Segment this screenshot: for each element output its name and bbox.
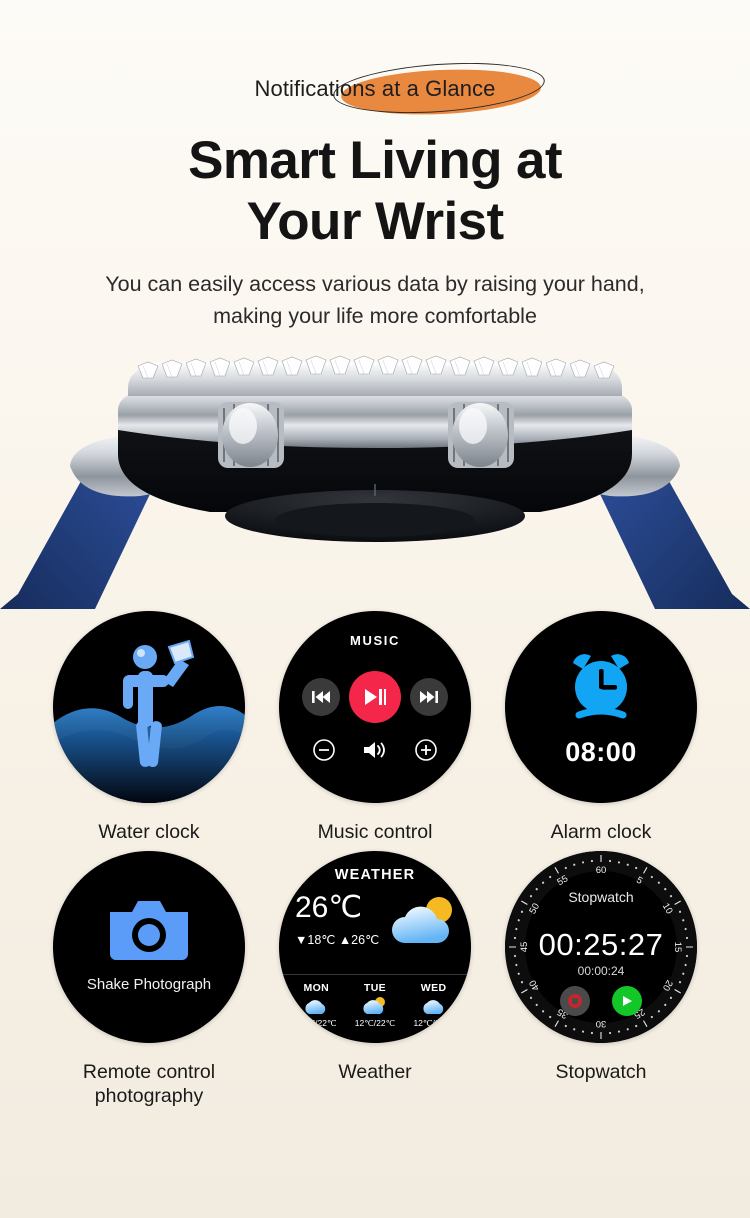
cloud-icon	[305, 999, 326, 1014]
watch-sensor-housing	[275, 503, 475, 538]
play-pause-button[interactable]	[349, 671, 401, 724]
feature-music-control[interactable]: MUSIC Music control	[262, 611, 488, 844]
feature-water-clock[interactable]: Water clock	[36, 611, 262, 844]
play-pause-icon	[365, 689, 386, 706]
speaker-icon	[364, 742, 385, 759]
weather-forecast-row: MON 12℃/22℃ TUE 12℃/22℃ WED 12℃/22℃	[279, 973, 471, 1029]
cloud-icon	[423, 999, 443, 1014]
page-title: Smart Living at Your Wrist	[0, 130, 750, 253]
alarm-bell-icon	[573, 653, 629, 719]
forecast-day-name: TUE	[363, 981, 387, 994]
play-icon	[623, 995, 632, 1006]
watch-face-stopwatch: 60 5 10 15 20 25 30 35 40 45 50 55 Stopw…	[505, 850, 697, 1043]
feature-caption: Alarm clock	[550, 821, 652, 844]
weather-screen-title: WEATHER	[334, 866, 416, 883]
next-track-icon	[420, 691, 438, 704]
weather-current-block: 26℃ ▼18℃ ▲26℃	[295, 890, 379, 947]
forecast-day-temp: 12℃/22℃	[354, 1017, 396, 1028]
music-transport-row	[279, 671, 471, 724]
forecast-day: MON 12℃/22℃	[296, 982, 336, 1029]
sun-behind-cloud-icon	[363, 996, 385, 1014]
stopwatch-lap: 00:00:24	[577, 963, 625, 978]
feature-caption: Remote control photography	[82, 1060, 216, 1107]
feature-grid: Water clock MUSIC Music control 08:00 Al…	[0, 611, 750, 1108]
watch-case-midband	[118, 388, 632, 449]
svg-text:60: 60	[596, 865, 607, 876]
feature-stopwatch[interactable]: 60 5 10 15 20 25 30 35 40 45 50 55 Stopw…	[488, 850, 714, 1109]
weather-range: ▼18℃ ▲26℃	[295, 932, 379, 947]
forecast-day-temp: 12℃/22℃	[413, 1017, 454, 1028]
feature-weather[interactable]: WEATHER 26℃ ▼18℃ ▲26℃ MON 12℃/22℃ TUE 12…	[262, 850, 488, 1109]
music-screen-title: MUSIC	[350, 633, 400, 649]
watch-face-water-clock	[53, 611, 245, 804]
volume-down-button[interactable]	[312, 738, 336, 762]
svg-text:30: 30	[596, 1018, 607, 1029]
forecast-day-temp: 12℃/22℃	[296, 1017, 337, 1028]
eyebrow-badge: Notifications at a Glance	[237, 56, 546, 120]
stopwatch-elapsed: 00:25:27	[538, 926, 664, 962]
product-hero-image	[0, 344, 750, 610]
watch-face-remote-photography: Shake Photograph	[53, 850, 245, 1043]
weather-current-temp: 26℃	[295, 890, 363, 924]
watch-face-weather: WEATHER 26℃ ▼18℃ ▲26℃ MON 12℃/22℃ TUE 12…	[279, 850, 471, 1043]
forecast-day: TUE 12℃/22℃	[355, 982, 395, 1029]
watch-face-alarm-clock: 08:00	[505, 611, 697, 804]
alarm-time: 08:00	[565, 736, 637, 767]
feature-alarm-clock[interactable]: 08:00 Alarm clock	[488, 611, 714, 844]
shake-photograph-label: Shake Photograph	[86, 976, 212, 993]
feature-caption: Stopwatch	[555, 1060, 647, 1083]
stop-icon	[568, 993, 582, 1008]
forecast-day-name: WED	[420, 981, 447, 994]
stopwatch-screen-title: Stopwatch	[568, 888, 634, 905]
watch-crown-upper[interactable]	[218, 402, 284, 469]
page-header: Notifications at a Glance Smart Living a…	[0, 0, 750, 332]
previous-track-icon	[312, 691, 330, 704]
feature-caption: Music control	[317, 821, 433, 844]
feature-caption: Water clock	[98, 821, 200, 844]
smartwatch-side-view	[0, 355, 750, 610]
volume-up-button[interactable]	[414, 738, 438, 762]
person-drinking-water-icon	[123, 639, 195, 768]
sun-behind-cloud-icon	[392, 896, 452, 943]
weather-low: ▼18℃	[295, 932, 336, 947]
stopwatch-start-button[interactable]	[612, 985, 642, 1016]
forecast-day: WED 12℃/22℃	[413, 982, 453, 1029]
subtitle-line-1: You can easily access various data by ra…	[105, 271, 645, 296]
feature-caption: Weather	[338, 1060, 412, 1083]
forecast-day-name: MON	[303, 981, 330, 994]
eyebrow-label: Notifications at a Glance	[254, 76, 496, 101]
previous-track-button[interactable]	[302, 678, 340, 717]
watch-crown-lower[interactable]	[448, 402, 514, 469]
watch-face-music-control: MUSIC	[279, 611, 471, 804]
stopwatch-stop-button[interactable]	[560, 985, 590, 1016]
music-volume-row	[279, 738, 471, 762]
headline-line-1: Smart Living at	[188, 131, 562, 190]
next-track-button[interactable]	[410, 678, 448, 717]
headline-line-2: Your Wrist	[246, 192, 504, 252]
camera-icon	[110, 901, 188, 960]
subtitle-line-2: making your life more comfortable	[213, 303, 537, 328]
weather-high: ▲26℃	[338, 932, 380, 947]
feature-remote-photography[interactable]: Shake Photograph Remote control photogra…	[36, 850, 262, 1109]
page-subtitle: You can easily access various data by ra…	[0, 269, 750, 332]
